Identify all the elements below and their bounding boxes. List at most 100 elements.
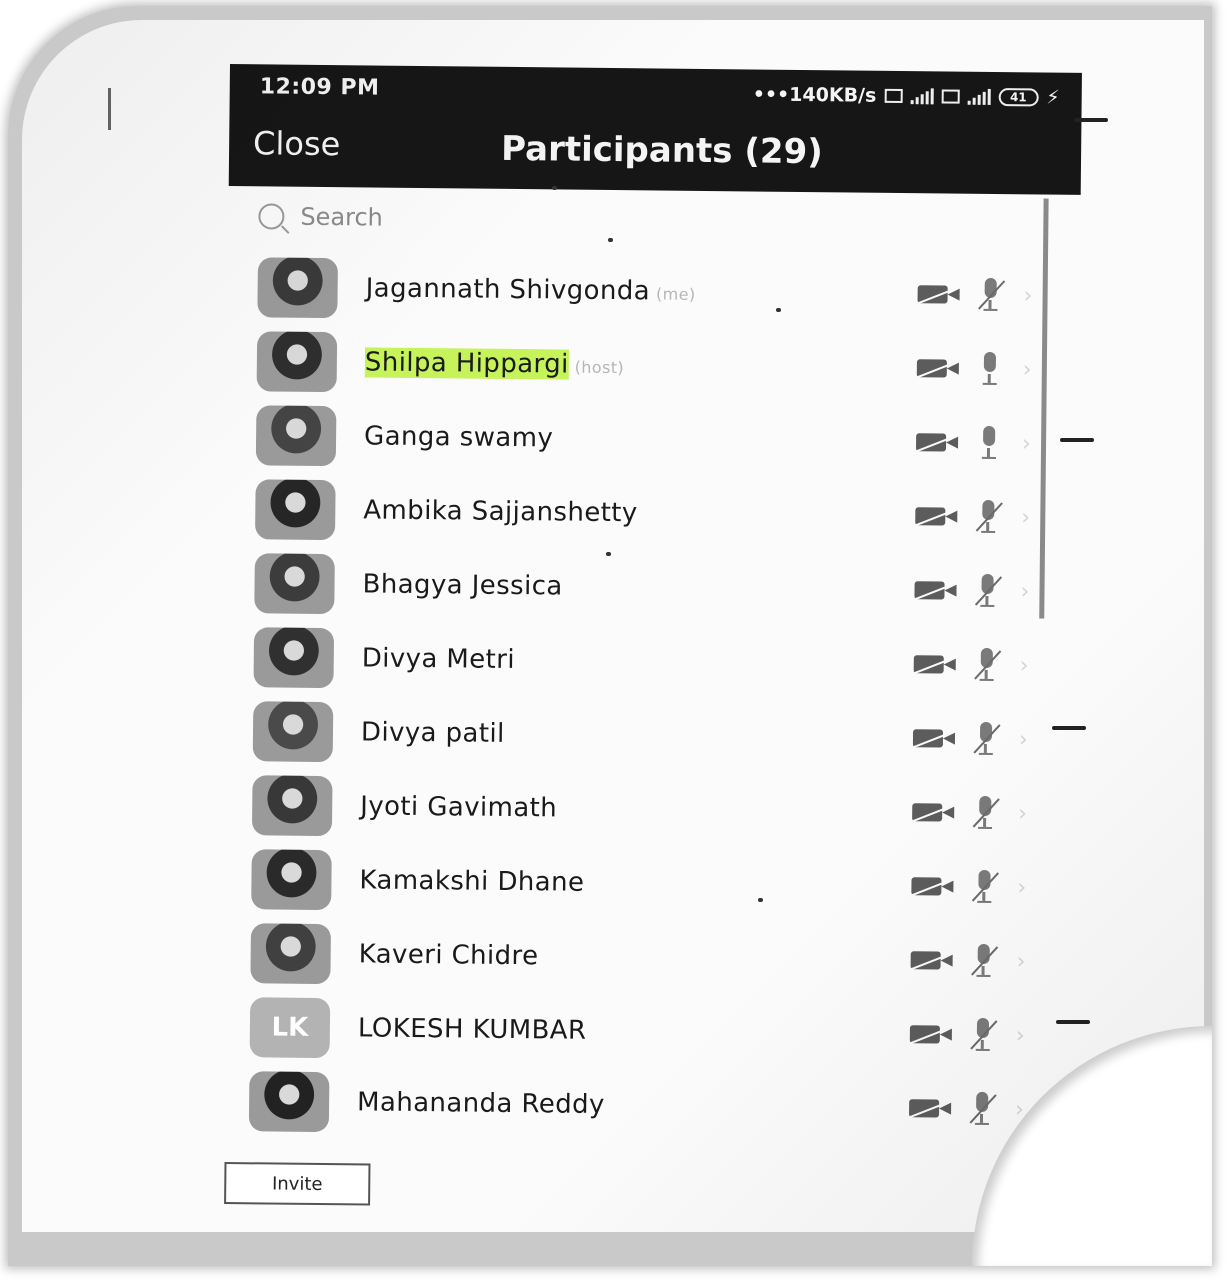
mic-icon[interactable]: [974, 425, 1004, 460]
participant-row[interactable]: Ganga swamy ›: [226, 398, 1079, 481]
participant-controls: ›: [912, 721, 1028, 756]
avatar: [255, 479, 336, 541]
close-button[interactable]: Close: [253, 124, 341, 163]
participant-row[interactable]: Jyoti Gavimath ›: [222, 768, 1075, 851]
chevron-right-icon[interactable]: ›: [1018, 801, 1027, 826]
battery-level: 41: [1009, 90, 1027, 105]
chevron-right-icon[interactable]: ›: [1022, 431, 1031, 456]
page-title: Participants (29): [500, 128, 823, 173]
participant-row[interactable]: Ambika Sajjanshetty ›: [225, 472, 1078, 555]
mic-muted-icon[interactable]: [967, 1091, 997, 1126]
avatar: [250, 923, 331, 985]
video-off-icon[interactable]: [913, 578, 962, 602]
paper-mark: [108, 88, 111, 130]
mic-muted-icon[interactable]: [968, 1017, 998, 1052]
mic-muted-icon[interactable]: [972, 573, 1003, 608]
participant-name-block: Shilpa Hippargi (host): [364, 347, 625, 380]
participant-name: Divya patil: [360, 717, 505, 749]
participant-row[interactable]: Divya Metri ›: [223, 620, 1076, 703]
participant-row[interactable]: Mahananda Reddy ›: [219, 1064, 1072, 1147]
search-bar[interactable]: [258, 196, 778, 241]
chevron-right-icon[interactable]: ›: [1021, 505, 1030, 530]
avatar: [253, 627, 335, 689]
avatar: [256, 331, 338, 393]
participant-row[interactable]: Shilpa Hippargi (host) ›: [227, 324, 1080, 407]
top-bar: 12:09 PM •••140KB/s 41 ⚡ Close Participa…: [228, 64, 1082, 195]
video-off-icon[interactable]: [915, 430, 963, 454]
participant-name: Jyoti Gavimath: [360, 791, 558, 824]
scan-mark: [1056, 1020, 1090, 1024]
participant-name-block: LOKESH KUMBAR: [358, 1013, 587, 1045]
search-input[interactable]: [298, 201, 703, 236]
avatar: [251, 849, 332, 911]
mic-muted-icon[interactable]: [970, 795, 1000, 830]
chevron-right-icon[interactable]: ›: [1017, 949, 1026, 974]
participant-name: Bhagya Jessica: [362, 569, 563, 602]
participant-row[interactable]: Kaveri Chidre ›: [220, 916, 1073, 999]
participant-name-block: Jyoti Gavimath: [360, 791, 557, 823]
participant-name-block: Bhagya Jessica: [362, 569, 562, 601]
participant-name: Ganga swamy: [363, 421, 554, 454]
video-off-icon[interactable]: [910, 874, 959, 898]
search-icon: [258, 203, 285, 230]
participant-name-block: Jagannath Shivgonda (me): [366, 273, 696, 306]
participant-row[interactable]: Divya patil ›: [223, 694, 1076, 777]
participant-controls: ›: [916, 277, 1033, 312]
participant-list: Jagannath Shivgonda (me) › Shilpa Hippargi(…: [219, 250, 1080, 1147]
participant-name: Jagannath Shivgonda: [365, 273, 651, 307]
video-off-icon[interactable]: [909, 1022, 957, 1046]
video-off-icon[interactable]: [916, 282, 965, 306]
battery-icon: 41: [998, 88, 1039, 107]
participant-name: Divya Metri: [361, 643, 516, 676]
charging-icon: ⚡: [1046, 86, 1060, 109]
chevron-right-icon[interactable]: ›: [1016, 1023, 1025, 1048]
avatar: [257, 257, 338, 319]
participant-name: Ambika Sajjanshetty: [363, 495, 638, 529]
mic-muted-icon[interactable]: [971, 721, 1001, 756]
video-off-icon[interactable]: [916, 356, 964, 380]
video-off-icon[interactable]: [911, 800, 959, 824]
chevron-right-icon[interactable]: ›: [1020, 579, 1029, 604]
video-off-icon[interactable]: [913, 652, 961, 676]
participant-name: Mahananda Reddy: [356, 1087, 605, 1120]
participant-controls: ›: [911, 795, 1027, 830]
chevron-right-icon[interactable]: ›: [1019, 727, 1028, 752]
participant-row[interactable]: LK LOKESH KUMBAR ›: [220, 990, 1073, 1073]
participant-row[interactable]: Jagannath Shivgonda (me) ›: [227, 250, 1080, 333]
invite-button[interactable]: Invite: [224, 1162, 371, 1206]
status-icons: •••140KB/s 41 ⚡: [753, 83, 1060, 108]
participant-name-block: Divya Metri: [362, 643, 515, 675]
video-off-icon[interactable]: [912, 726, 960, 750]
participant-name-block: Ambika Sajjanshetty: [363, 495, 638, 528]
mic-muted-icon[interactable]: [972, 647, 1002, 682]
participant-role: (me): [655, 284, 696, 304]
status-time: 12:09 PM: [259, 74, 380, 101]
mic-muted-icon[interactable]: [975, 277, 1006, 312]
participant-name: Kamakshi Dhane: [359, 865, 585, 898]
video-off-icon[interactable]: [910, 948, 958, 972]
chevron-right-icon[interactable]: ›: [1020, 653, 1029, 678]
volte-icon: [884, 88, 903, 104]
chevron-right-icon[interactable]: ›: [1017, 875, 1026, 900]
mic-muted-icon[interactable]: [973, 499, 1003, 534]
participant-name: LOKESH KUMBAR: [357, 1013, 587, 1046]
photo-frame: 12:09 PM •••140KB/s 41 ⚡ Close Participa…: [8, 6, 1212, 1266]
scan-speck: [606, 552, 611, 556]
avatar: [255, 405, 337, 467]
signal-icon: [910, 88, 934, 105]
mic-icon[interactable]: [975, 351, 1005, 386]
scan-speck: [552, 186, 557, 190]
participant-row[interactable]: Kamakshi Dhane ›: [221, 842, 1074, 925]
video-off-icon[interactable]: [908, 1096, 956, 1120]
participant-name-block: Kamakshi Dhane: [359, 865, 584, 897]
chevron-right-icon[interactable]: ›: [1023, 283, 1032, 308]
participant-role: (host): [574, 357, 625, 378]
phone-screen: 12:09 PM •••140KB/s 41 ⚡ Close Participa…: [218, 64, 1082, 1223]
participant-controls: ›: [910, 869, 1026, 904]
participant-row[interactable]: Bhagya Jessica ›: [224, 546, 1077, 629]
mic-muted-icon[interactable]: [968, 943, 999, 978]
chevron-right-icon[interactable]: ›: [1023, 357, 1032, 382]
video-off-icon[interactable]: [914, 504, 962, 528]
participant-controls: ›: [915, 425, 1031, 460]
mic-muted-icon[interactable]: [969, 869, 1000, 904]
